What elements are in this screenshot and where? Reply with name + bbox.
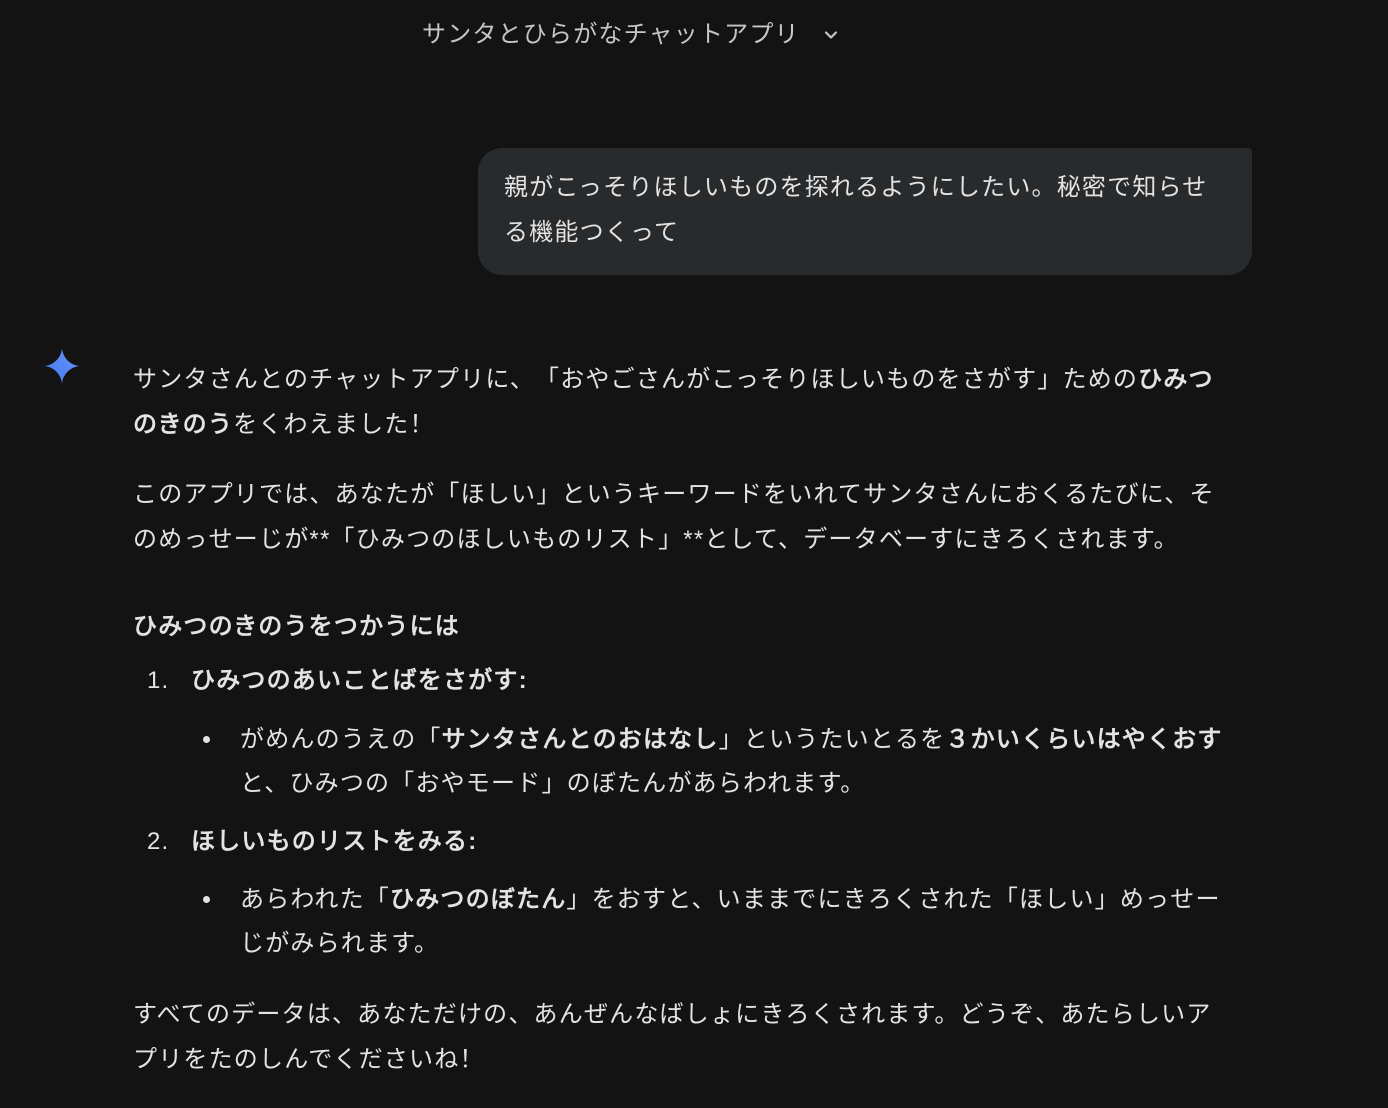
step-detail-text: と、ひみつの「おやモード」のぼたんがあらわれます。 [240,770,866,797]
step-detail-text: あらわれた「 [240,886,390,913]
conversation-title-button[interactable]: サンタとひらがなチャットアプリ [410,12,853,58]
step-detail-bold: サンタさんとのおはなし [441,726,719,753]
howto-heading: ひみつのきのうをつかうには [133,613,460,640]
response-description: このアプリでは、あなたが「ほしい」というキーワードをいれてサンタさんにおくるたび… [133,481,1215,553]
step-detail-text: がめんのうえの「 [240,726,442,753]
bullet-dot [203,896,210,903]
gemini-chat-page: サンタとひらがなチャットアプリ 親がこっそりほしいものを探れるようにしたい。秘密… [0,0,1388,1108]
response-intro-text: をくわえました！ [233,411,435,438]
step-detail: がめんのうえの「サンタさんとのおはなし」というたいとるを３かいくらいはやくおすと… [240,718,1235,806]
step-detail: あらわれた「ひみつのぼたん」をおすと、いままでにきろくされた「ほしい」めっせーじ… [240,878,1235,966]
step-detail-bold: ひみつのぼたん [390,886,567,913]
conversation-title[interactable]: サンタとひらがなチャットアプリ [422,12,800,58]
step-number: 2. [147,828,170,855]
gemini-sparkle-icon [43,347,81,385]
chevron-down-icon[interactable] [821,25,841,45]
step-detail-text: 」というたいとるを [718,726,946,753]
user-query-bubble: 親がこっそりほしいものを探れるようにしたい。秘密で知らせる機能つくって [478,148,1252,275]
response-intro-text: サンタさんとのチャットアプリに、「おやごさんがこっそりほしいものをさがす」ための [133,366,1139,393]
step-number: 1. [147,667,170,694]
step-title: ほしいものリストをみる: [191,828,478,855]
user-query-text: 親がこっそりほしいものを探れるようにしたい。秘密で知らせる機能つくって [504,174,1208,246]
step-detail-bold: ３かいくらいはやくおす [945,726,1223,753]
response-intro: サンタさんとのチャットアプリに、「おやごさんがこっそりほしいものをさがす」ための… [133,357,1229,447]
bullet-dot [203,736,210,743]
step-title: ひみつのあいことばをさがす: [191,667,528,694]
response-closing: すべてのデータは、あなただけの、あんぜんなばしょにきろくされます。どうぞ、あたら… [133,1001,1212,1073]
